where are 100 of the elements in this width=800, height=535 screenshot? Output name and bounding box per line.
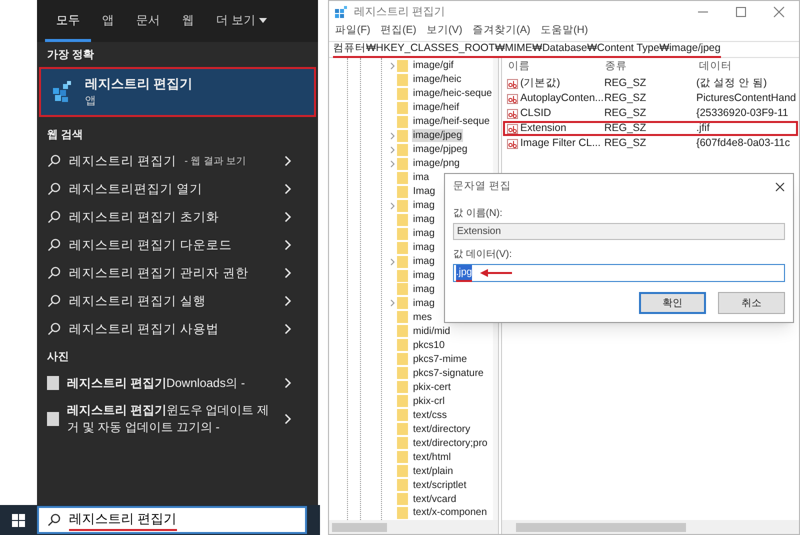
tree-node[interactable]: text/html: [412, 450, 452, 464]
search-icon: [47, 238, 61, 252]
search-tab[interactable]: 앱: [91, 3, 125, 42]
search-tab[interactable]: 모두: [45, 3, 91, 42]
value-row[interactable]: CLSID REG_SZ {25336920-03F9-11: [503, 106, 798, 121]
photo-result-item[interactable]: 레지스트리 편집기윈도우 업데이트 제거 및 자동 업데이트 끄기의 -: [37, 396, 318, 440]
value-row[interactable]: (기본값) REG_SZ (값 설정 안 됨): [503, 76, 798, 91]
tree-node[interactable]: text/plain: [412, 464, 454, 478]
tree-node[interactable]: pkix-cert: [412, 380, 452, 394]
tree-node[interactable]: imag: [412, 227, 436, 240]
expand-chevron-icon[interactable]: [390, 202, 394, 210]
expand-chevron-icon[interactable]: [390, 299, 394, 308]
web-search-item[interactable]: 레지스트리 편집기 실행: [37, 287, 318, 315]
tree-node[interactable]: text/vcard: [412, 492, 458, 506]
value-name-field[interactable]: Extension: [453, 223, 785, 240]
tree-node[interactable]: pkcs7-mime: [412, 352, 468, 366]
expand-chevron-icon[interactable]: [390, 62, 394, 70]
tree-node[interactable]: text/scriptlet: [412, 478, 468, 492]
column-header[interactable]: 종류: [599, 59, 694, 75]
tree-node[interactable]: image/heic-seque: [412, 87, 493, 100]
section-heading: 사진: [46, 350, 70, 365]
tree-node[interactable]: image/heif-seque: [412, 115, 491, 128]
registry-cubes-icon: [51, 80, 73, 104]
folder-icon: [397, 242, 408, 254]
tree-node[interactable]: imag: [412, 255, 436, 268]
menu-item[interactable]: 파일(F): [335, 23, 370, 39]
search-icon: [47, 513, 61, 527]
web-search-item[interactable]: 레지스트리 편집기 관리자 권한: [37, 259, 318, 287]
chevron-right-icon: [284, 239, 292, 251]
maximize-icon[interactable]: [735, 6, 747, 18]
value-type: REG_SZ: [603, 76, 648, 91]
tree-node[interactable]: text/directory;pro: [412, 436, 488, 450]
tree-node[interactable]: image/png: [412, 157, 461, 170]
web-search-item[interactable]: 레지스트리 편집기 초기화: [37, 203, 318, 231]
folder-icon: [397, 339, 408, 352]
folder-icon: [397, 144, 408, 156]
horizontal-scrollbar[interactable]: [502, 520, 799, 534]
photo-result-text: 레지스트리 편집기Downloads의 -: [67, 374, 246, 392]
tree-node[interactable]: imag: [412, 241, 436, 254]
dialog-button[interactable]: 확인: [639, 292, 706, 314]
menu-item[interactable]: 즐겨찾기(A): [472, 23, 530, 39]
menu-item[interactable]: 보기(V): [426, 23, 462, 39]
web-search-item[interactable]: 레지스트리 편집기 - 웹 결과 보기: [37, 147, 318, 175]
tree-node[interactable]: midi/mid: [412, 324, 452, 338]
tree-node[interactable]: pkix-crl: [412, 394, 446, 408]
tree-node[interactable]: text/x-componen: [412, 506, 488, 520]
string-value-icon: [507, 108, 518, 118]
taskbar-search-field[interactable]: 레지스트리 편집기: [37, 506, 307, 534]
column-header[interactable]: 데이터: [693, 59, 799, 75]
tree-node[interactable]: text/directory: [412, 422, 472, 436]
folder-icon: [397, 451, 408, 464]
tree-node[interactable]: pkcs10: [412, 338, 446, 352]
value-row[interactable]: Image Filter CL... REG_SZ {607fd4e8-0a03-11c: [503, 136, 798, 151]
tree-node[interactable]: pkcs7-signature: [412, 366, 485, 380]
address-bar[interactable]: 컴퓨터₩HKEY_CLASSES_ROOT₩MIME₩Database₩Content Type₩image/jpeg: [329, 41, 799, 58]
folder-icon: [397, 409, 408, 422]
tree-node[interactable]: ima: [412, 171, 430, 184]
value-data: (값 설정 안 됨): [695, 76, 768, 91]
tree-node[interactable]: text/css: [412, 408, 448, 422]
windows-logo-icon[interactable]: [12, 514, 25, 526]
tree-node[interactable]: imag: [412, 282, 436, 296]
menu-item[interactable]: 도움말(H): [540, 23, 588, 39]
menu-item[interactable]: 편집(E): [380, 23, 416, 39]
tree-node[interactable]: image/heic: [412, 73, 462, 86]
dialog-button[interactable]: 취소: [718, 292, 785, 314]
folder-icon: [397, 465, 408, 478]
web-search-item[interactable]: 레지스트리 편집기 사용법: [37, 315, 318, 343]
search-tab[interactable]: 문서: [125, 3, 171, 42]
expand-chevron-icon[interactable]: [390, 258, 394, 266]
folder-icon: [397, 506, 408, 519]
string-value-icon: [507, 138, 518, 148]
web-search-item[interactable]: 레지스트리 편집기 다운로드: [37, 231, 318, 259]
tree-node[interactable]: image/jpeg: [412, 129, 463, 142]
close-icon[interactable]: [775, 182, 785, 192]
search-tab[interactable]: 웹: [171, 3, 205, 42]
folder-icon: [397, 270, 408, 282]
tree-node[interactable]: imag: [412, 269, 436, 282]
value-name: CLSID: [520, 106, 552, 121]
best-match-item[interactable]: 레지스트리 편집기 앱: [39, 66, 316, 116]
tree-node[interactable]: imag: [412, 296, 436, 310]
folder-icon: [397, 479, 408, 492]
photo-result-item[interactable]: 레지스트리 편집기Downloads의 -: [37, 370, 318, 396]
tree-node[interactable]: image/heif: [412, 101, 460, 114]
value-data-field[interactable]: .jpg: [453, 264, 785, 282]
tree-node[interactable]: image/pjpeg: [412, 143, 468, 156]
search-tab[interactable]: 더 보기: [205, 3, 278, 42]
tree-node[interactable]: image/gif: [412, 59, 455, 72]
tree-node[interactable]: Imag: [412, 185, 436, 198]
column-header[interactable]: 이름: [502, 59, 600, 75]
search-query: 레지스트리 편집기: [69, 509, 177, 531]
tree-node[interactable]: imag: [412, 213, 436, 226]
tree-node[interactable]: imag: [412, 199, 436, 212]
horizontal-scrollbar[interactable]: [329, 520, 498, 534]
chevron-right-icon: [284, 211, 292, 223]
value-row[interactable]: AutoplayConten...REG_SZ PicturesContentHand: [503, 91, 798, 106]
search-icon: [47, 266, 61, 280]
tree-node[interactable]: mes: [412, 310, 433, 324]
web-search-item[interactable]: 레지스트리편집기 열기: [37, 175, 318, 203]
photo-thumbnail: [47, 376, 59, 390]
value-row[interactable]: Extension REG_SZ .jfif: [503, 121, 798, 136]
